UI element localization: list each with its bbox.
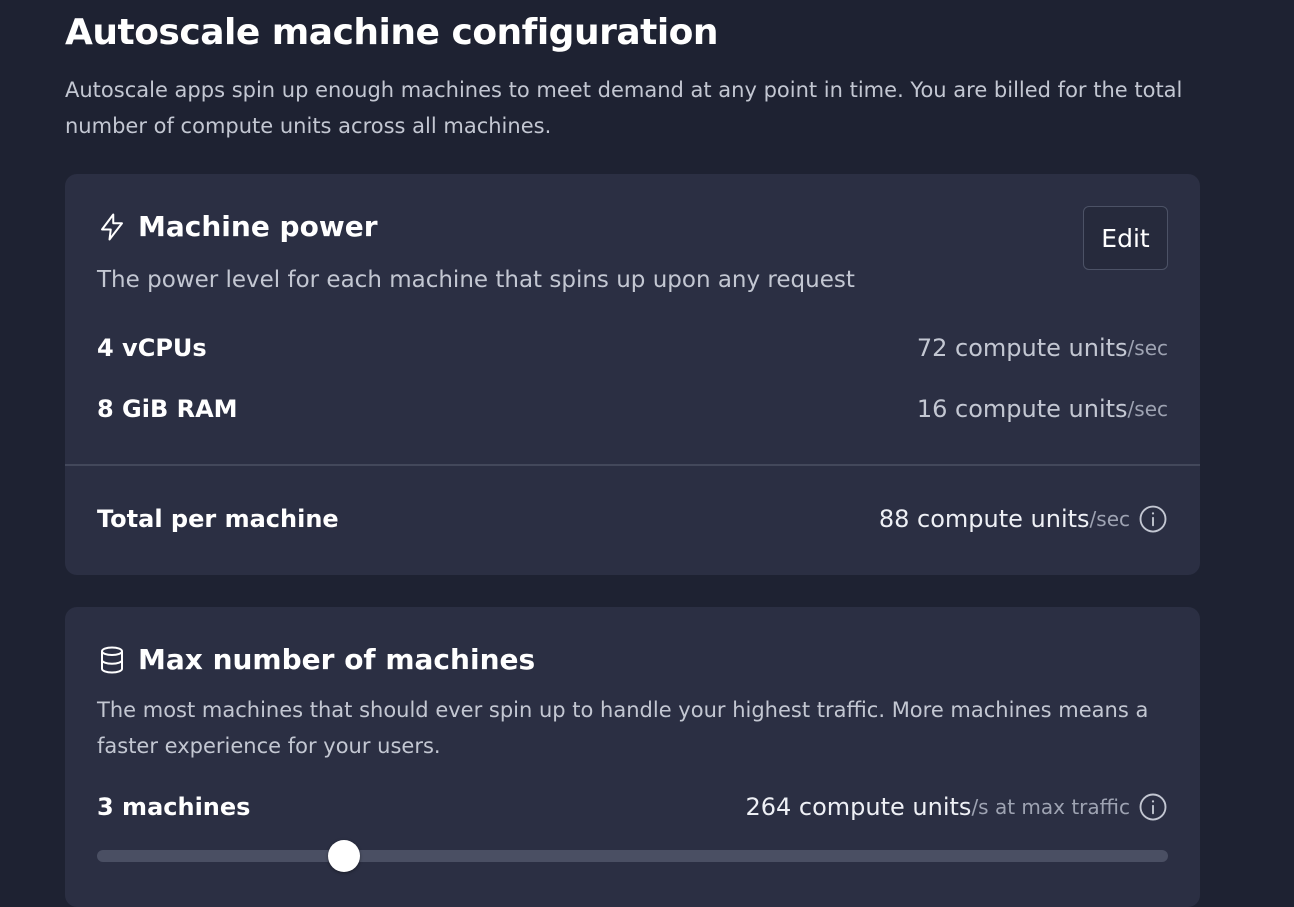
vcpu-compute-units: 72 compute units bbox=[916, 334, 1128, 362]
machine-power-title: Machine power bbox=[138, 210, 378, 243]
max-machines-card: Max number of machines The most machines… bbox=[65, 607, 1200, 907]
max-machines-header: Max number of machines bbox=[97, 643, 535, 676]
vcpu-unit: /sec bbox=[1127, 336, 1168, 360]
vcpu-label: 4 vCPUs bbox=[97, 334, 207, 362]
total-label: Total per machine bbox=[97, 505, 339, 533]
max-traffic-compute-units: 264 compute units bbox=[745, 793, 972, 821]
vcpu-row: 4 vCPUs 72 compute units/sec bbox=[97, 334, 1168, 362]
max-traffic-value: 264 compute units/s at max traffic bbox=[745, 792, 1168, 822]
machine-power-header: Machine power bbox=[97, 210, 378, 243]
machines-slider[interactable] bbox=[97, 840, 1168, 872]
ram-compute-units: 16 compute units bbox=[916, 395, 1128, 423]
page-subtitle: Autoscale apps spin up enough machines t… bbox=[65, 78, 1183, 138]
divider bbox=[65, 464, 1200, 466]
total-value: 88 compute units/sec bbox=[879, 504, 1168, 534]
machine-power-description: The power level for each machine that sp… bbox=[97, 267, 855, 293]
slider-thumb[interactable] bbox=[328, 840, 361, 872]
edit-button[interactable]: Edit bbox=[1083, 206, 1168, 270]
info-icon[interactable] bbox=[1138, 792, 1168, 822]
lightning-icon bbox=[97, 212, 127, 242]
total-compute-units: 88 compute units bbox=[878, 505, 1090, 533]
max-machines-row: 3 machines 264 compute units/s at max tr… bbox=[97, 792, 1168, 822]
ram-label: 8 GiB RAM bbox=[97, 395, 238, 423]
info-icon[interactable] bbox=[1138, 504, 1168, 534]
total-row: Total per machine 88 compute units/sec bbox=[97, 504, 1168, 534]
total-unit: /sec bbox=[1089, 507, 1130, 531]
ram-row: 8 GiB RAM 16 compute units/sec bbox=[97, 395, 1168, 423]
max-traffic-unit: /s at max traffic bbox=[971, 795, 1130, 819]
page-title: Autoscale machine configuration bbox=[65, 12, 719, 53]
machine-count-label: 3 machines bbox=[97, 793, 251, 821]
machine-power-card: Machine power The power level for each m… bbox=[65, 174, 1200, 575]
ram-unit: /sec bbox=[1127, 397, 1168, 421]
max-machines-title: Max number of machines bbox=[138, 643, 536, 676]
ram-value: 16 compute units/sec bbox=[917, 395, 1168, 423]
vcpu-value: 72 compute units/sec bbox=[917, 334, 1168, 362]
max-machines-description: The most machines that should ever spin … bbox=[97, 698, 1149, 758]
database-icon bbox=[97, 645, 127, 675]
